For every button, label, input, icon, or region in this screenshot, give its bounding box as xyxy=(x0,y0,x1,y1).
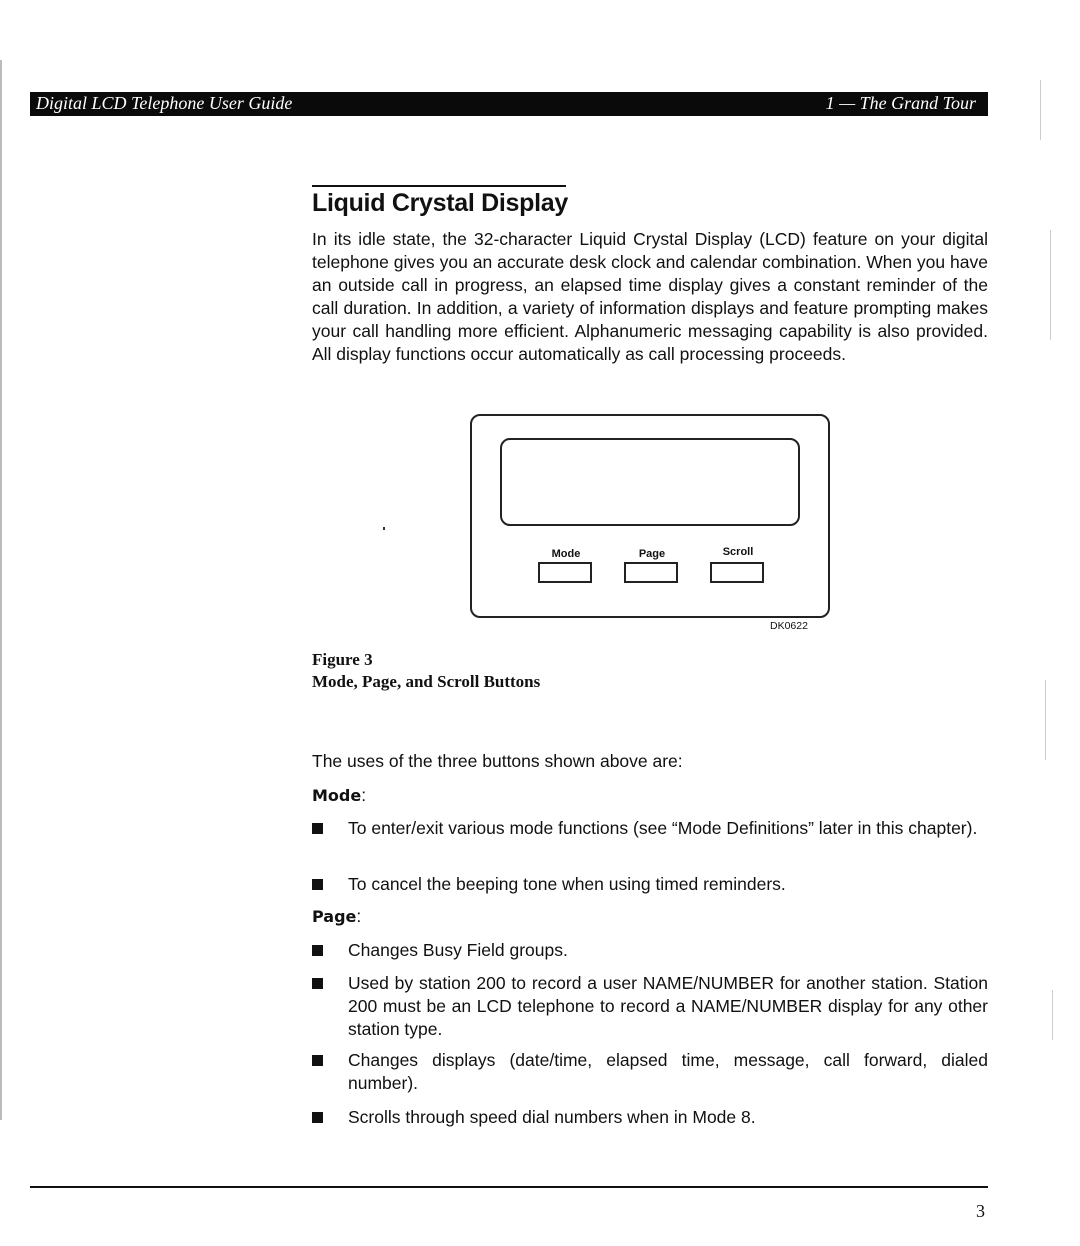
scroll-button-label: Scroll xyxy=(722,546,754,558)
section-title: Liquid Crystal Display xyxy=(312,189,568,217)
list-item: Changes displays (date/time, elapsed tim… xyxy=(312,1049,988,1095)
figure-caption: Mode, Page, and Scroll Buttons xyxy=(312,672,541,691)
chapter-title: 1 — The Grand Tour xyxy=(825,93,976,113)
footer-rule xyxy=(30,1186,988,1188)
page-edge xyxy=(0,60,2,1120)
lcd-screen xyxy=(500,438,800,526)
page-subheading: Page: xyxy=(312,906,361,927)
list-item: Changes Busy Field groups. xyxy=(312,939,988,962)
figure-code: DK0622 xyxy=(770,620,808,632)
bullet-square-icon xyxy=(312,1055,323,1066)
list-item-text: Used by station 200 to record a user NAM… xyxy=(348,973,988,1039)
page-button[interactable] xyxy=(624,562,678,583)
scan-artifact xyxy=(383,527,385,530)
running-header: Digital LCD Telephone User Guide 1 — The… xyxy=(30,92,988,116)
scan-artifact xyxy=(1040,80,1041,140)
section-paragraph: In its idle state, the 32-character Liqu… xyxy=(312,229,988,364)
lcd-device-illustration: Mode Page Scroll xyxy=(470,414,830,618)
list-item-text: To enter/exit various mode functions (se… xyxy=(348,818,978,838)
list-item-text: Changes Busy Field groups. xyxy=(348,940,568,960)
bullet-square-icon xyxy=(312,945,323,956)
mode-button[interactable] xyxy=(538,562,592,583)
document-title: Digital LCD Telephone User Guide xyxy=(36,93,293,113)
scan-artifact xyxy=(1052,990,1053,1040)
list-item: To enter/exit various mode functions (se… xyxy=(312,817,988,840)
list-item-text: Scrolls through speed dial numbers when … xyxy=(348,1107,756,1127)
scan-artifact xyxy=(1045,680,1046,760)
list-item: Scrolls through speed dial numbers when … xyxy=(312,1106,988,1129)
mode-subheading-label: Mode xyxy=(312,786,362,805)
section-rule xyxy=(312,185,566,187)
list-item: Used by station 200 to record a user NAM… xyxy=(312,972,988,1041)
page-number: 3 xyxy=(976,1201,985,1221)
colon: : xyxy=(361,785,367,805)
list-item-text: To cancel the beeping tone when using ti… xyxy=(348,874,786,894)
bullet-square-icon xyxy=(312,879,323,890)
scroll-button[interactable] xyxy=(710,562,764,583)
figure-number: Figure 3 xyxy=(312,650,373,669)
bullet-square-icon xyxy=(312,978,323,989)
mode-subheading: Mode: xyxy=(312,785,366,806)
page-subheading-label: Page xyxy=(312,907,357,926)
list-item: To cancel the beeping tone when using ti… xyxy=(312,873,988,896)
uses-intro: The uses of the three buttons shown abov… xyxy=(312,751,683,771)
list-item-text: Changes displays (date/time, elapsed tim… xyxy=(348,1050,988,1093)
bullet-square-icon xyxy=(312,1112,323,1123)
scan-artifact xyxy=(1050,230,1051,340)
page-button-label: Page xyxy=(638,548,666,560)
mode-button-label: Mode xyxy=(551,548,581,560)
bullet-square-icon xyxy=(312,823,323,834)
colon: : xyxy=(356,906,362,926)
